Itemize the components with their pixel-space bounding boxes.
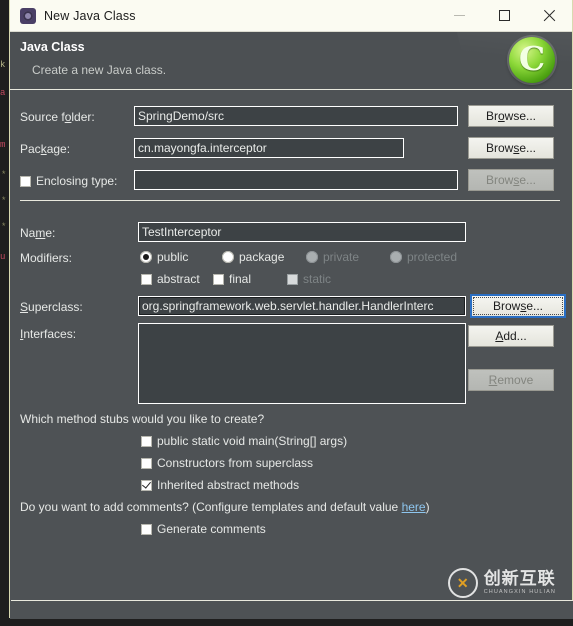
package-label: Package: (20, 142, 71, 156)
title-bar: New Java Class (10, 0, 572, 32)
enclosing-type-checkbox[interactable]: Enclosing type: (20, 174, 117, 188)
stub-checkbox-inherited[interactable]: Inherited abstract methods (141, 478, 299, 492)
watermark-texts: 创新互联 CHUANGXIN HULIAN (483, 568, 556, 596)
radio-icon (140, 251, 152, 263)
generate-comments-checkbox[interactable]: Generate comments (141, 522, 266, 536)
desktop-text-fragment: k (0, 60, 6, 70)
stub-checkbox-main[interactable]: public static void main(String[] args) (141, 434, 347, 448)
focus-ring (473, 297, 563, 315)
modifier-checkbox-abstract[interactable]: abstract (141, 272, 200, 286)
superclass-label: Superclass: (20, 300, 83, 314)
checkbox-icon (287, 273, 298, 285)
desktop-text-fragment: * (1, 222, 7, 232)
superclass-browse-button[interactable]: Brow s e... (470, 294, 566, 318)
java-class-wizard-logo-icon: C (509, 37, 555, 83)
method-stubs-question: Which method stubs would you like to cre… (20, 412, 265, 426)
minimize-icon (454, 15, 465, 16)
watermark-logo-icon (447, 568, 478, 598)
watermark-en-text: CHUANGXIN HULIAN (483, 589, 556, 596)
modifier-radio-private: private (306, 250, 359, 264)
footer-area (11, 601, 573, 619)
dialog-body: Source folder: SpringDemo/src Br o wse... … (10, 90, 573, 619)
generate-comments-label: Generate comments (157, 522, 266, 536)
close-button[interactable] (527, 0, 572, 31)
superclass-input[interactable]: org.springframework.web.servlet.handler.… (138, 296, 466, 316)
comments-question: Do you want to add comments? (Configure … (20, 500, 430, 514)
stub-label: public static void main(String[] args) (157, 434, 348, 448)
close-icon (543, 9, 556, 22)
window-title: New Java Class (44, 8, 136, 23)
desktop-text-fragment: u (0, 252, 6, 262)
source-folder-browse-button[interactable]: Br o wse... (468, 105, 554, 127)
modifier-label: static (303, 272, 332, 286)
watermark: 创新互联 CHUANGXIN HULIAN (447, 568, 556, 598)
maximize-button[interactable] (482, 0, 527, 31)
checkbox-icon (141, 457, 152, 469)
dialog-header: Java Class Create a new Java class. C (10, 32, 572, 90)
source-folder-input[interactable]: SpringDemo/src (134, 106, 458, 126)
radio-icon (222, 251, 234, 263)
enclosing-type-label: Enclosing type: (36, 174, 118, 188)
modifier-label: public (157, 250, 189, 264)
section-divider (20, 200, 560, 201)
modifier-label: abstract (157, 272, 200, 286)
minimize-button[interactable] (437, 0, 482, 31)
desktop-text-fragment: m (0, 140, 6, 150)
java-class-icon (20, 7, 36, 24)
desktop-text-fragment: * (1, 170, 7, 180)
modifier-label: package (239, 250, 285, 264)
interfaces-add-button[interactable]: Add... (468, 325, 554, 347)
comments-question-prefix: Do you want to add comments? (Configure … (20, 500, 402, 514)
package-browse-button[interactable]: Brow s e... (468, 137, 554, 159)
modifier-label: final (229, 272, 252, 286)
maximize-icon (499, 10, 510, 21)
checkbox-icon (141, 273, 152, 285)
name-label: Name: (20, 226, 56, 240)
comments-question-suffix: ) (425, 500, 430, 514)
interfaces-remove-button: Remove (468, 369, 554, 391)
modifier-radio-package[interactable]: package (222, 250, 284, 264)
modifier-checkbox-final[interactable]: final (213, 272, 251, 286)
radio-icon (390, 251, 402, 263)
logo-letter: C (518, 39, 546, 78)
header-title: Java Class (20, 40, 85, 54)
enclosing-type-browse-button: Brow s e... (468, 169, 554, 191)
modifier-radio-protected: protected (390, 250, 457, 264)
checkbox-icon (141, 523, 152, 535)
header-subtitle: Create a new Java class. (32, 63, 167, 77)
checkbox-icon (20, 175, 31, 187)
checkbox-icon (141, 435, 152, 447)
interfaces-label: Interfaces: (20, 327, 77, 341)
window-controls (437, 0, 572, 31)
stub-checkbox-constructors[interactable]: Constructors from superclass (141, 456, 313, 470)
desktop-text-fragment: * (1, 196, 7, 206)
enclosing-type-input[interactable] (134, 170, 458, 190)
modifier-label: private (323, 250, 360, 264)
configure-templates-link[interactable]: here (402, 500, 426, 514)
checkbox-icon (213, 273, 224, 285)
modifiers-label: Modifiers: (20, 251, 73, 265)
new-java-class-dialog: New Java Class Java Class Create a new J… (9, 0, 573, 619)
name-input[interactable]: TestInterceptor (138, 222, 466, 242)
modifier-label: protected (407, 250, 458, 264)
checkbox-icon (141, 479, 152, 491)
watermark-cn-text: 创新互联 (483, 568, 556, 589)
stub-label: Constructors from superclass (157, 456, 314, 470)
modifier-radio-public[interactable]: public (140, 250, 188, 264)
desktop-text-fragment: a (0, 88, 6, 98)
interfaces-list[interactable] (138, 323, 466, 404)
package-input[interactable]: cn.mayongfa.interceptor (134, 138, 404, 158)
modifier-checkbox-static: static (287, 272, 331, 286)
stub-label: Inherited abstract methods (157, 478, 300, 492)
radio-icon (306, 251, 318, 263)
source-folder-label: Source folder: (20, 110, 95, 124)
